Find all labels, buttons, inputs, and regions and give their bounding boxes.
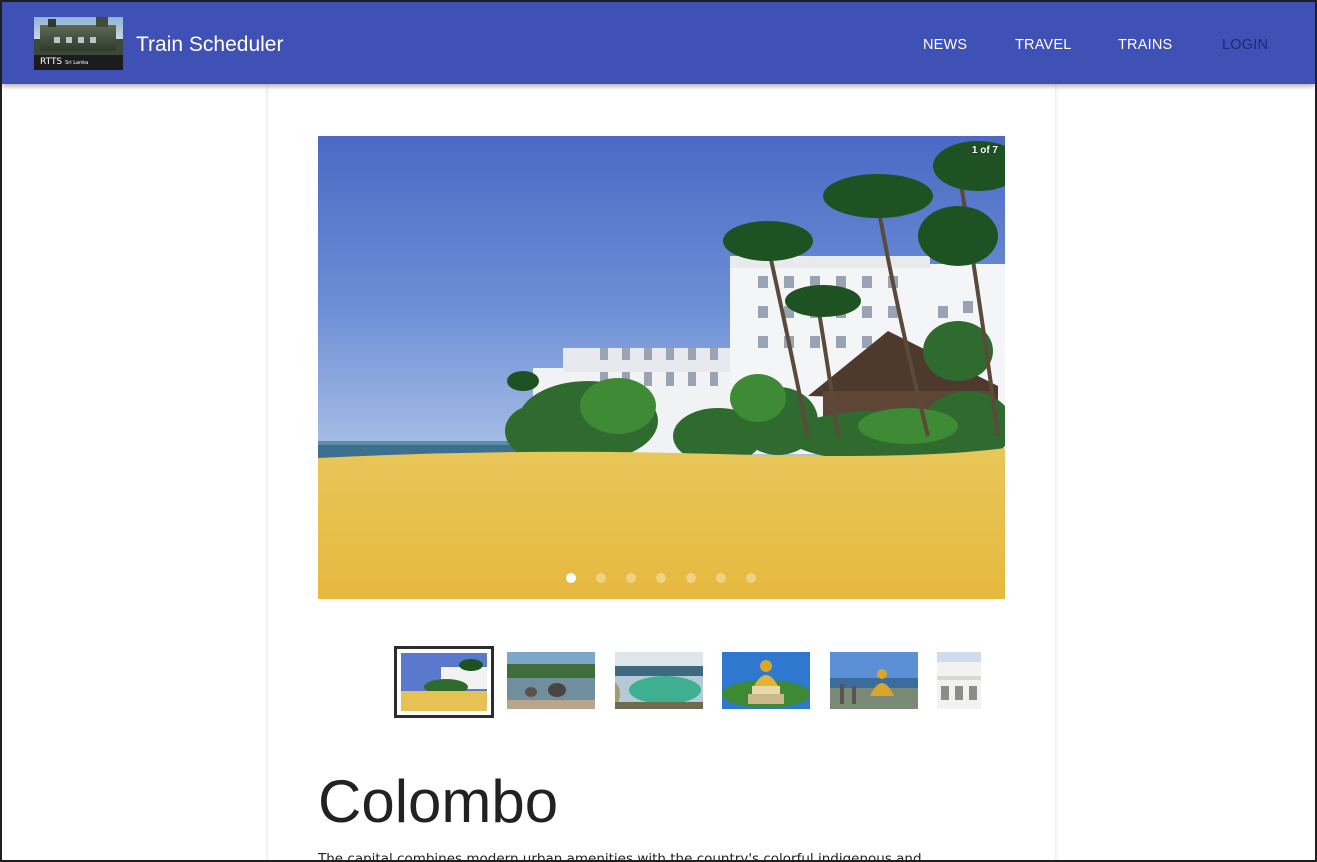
slide-dot-7[interactable]	[746, 573, 756, 583]
slide-dots	[318, 570, 1005, 586]
brand-title[interactable]: Train Scheduler	[136, 33, 283, 57]
white-building-thumbnail	[937, 652, 981, 709]
colombo-beach-hotel-image	[318, 136, 1005, 599]
nav-news[interactable]: NEWS	[923, 37, 967, 53]
thumbnail-strip	[268, 644, 1055, 724]
nav-login[interactable]: LOGIN	[1222, 37, 1268, 53]
coastal-lagoon-thumbnail	[615, 652, 703, 709]
golden-buddha-thumbnail	[722, 652, 810, 709]
slide-dot-4[interactable]	[656, 573, 666, 583]
logo-caption: RTTS Sri Lanka	[34, 55, 123, 70]
image-slider[interactable]: 1 of 7	[318, 136, 1005, 599]
rtts-logo[interactable]: RTTS Sri Lanka	[34, 17, 123, 70]
app-bar: RTTS Sri Lanka Train Scheduler NEWS TRAV…	[2, 2, 1315, 84]
beach-hotel-thumbnail	[401, 653, 487, 711]
thumbnail-5[interactable]	[830, 652, 918, 709]
thumbnail-4[interactable]	[722, 652, 810, 709]
thumbnail-6[interactable]	[937, 652, 981, 709]
slide-dot-2[interactable]	[596, 573, 606, 583]
browser-viewport: RTTS Sri Lanka Train Scheduler NEWS TRAV…	[0, 0, 1317, 862]
content-card: 1 of 7 Colombo The capital combines mode…	[268, 84, 1055, 862]
nav-travel[interactable]: TRAVEL	[1015, 37, 1072, 53]
slide-counter: 1 of 7	[971, 145, 998, 156]
city-description: The capital combines modern urban amenit…	[318, 851, 922, 862]
slide-dot-5[interactable]	[686, 573, 696, 583]
city-title: Colombo	[318, 768, 559, 835]
buddha-statue-lake-thumbnail	[830, 652, 918, 709]
slide-dot-6[interactable]	[716, 573, 726, 583]
slide-dot-3[interactable]	[626, 573, 636, 583]
thumbnail-3[interactable]	[615, 652, 703, 709]
thumbnail-2[interactable]	[507, 652, 595, 709]
thumbnail-1[interactable]	[394, 646, 494, 718]
elephants-river-thumbnail	[507, 652, 595, 709]
nav-trains[interactable]: TRAINS	[1118, 37, 1172, 53]
slide-dot-1[interactable]	[566, 573, 576, 583]
